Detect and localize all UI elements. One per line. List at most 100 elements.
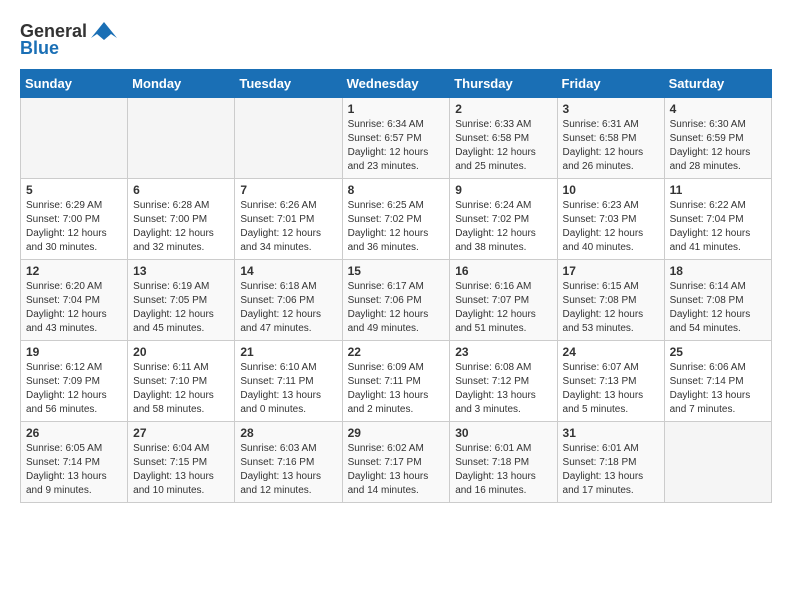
calendar-cell: 25 Sunrise: 6:06 AM Sunset: 7:14 PM Dayli… [664, 341, 771, 422]
day-info: Sunrise: 6:06 AM Sunset: 7:14 PM Dayligh… [670, 361, 766, 417]
calendar-cell: 24 Sunrise: 6:07 AM Sunset: 7:13 PM Dayli… [557, 341, 664, 422]
logo: General Blue [20, 20, 117, 59]
day-info: Sunrise: 6:30 AM Sunset: 6:59 PM Dayligh… [670, 118, 766, 174]
day-info: Sunrise: 6:34 AM Sunset: 6:57 PM Dayligh… [348, 118, 445, 174]
calendar-cell [664, 422, 771, 503]
day-number: 24 [563, 345, 659, 359]
day-info: Sunrise: 6:01 AM Sunset: 7:18 PM Dayligh… [455, 442, 551, 498]
day-number: 23 [455, 345, 551, 359]
day-info: Sunrise: 6:33 AM Sunset: 6:58 PM Dayligh… [455, 118, 551, 174]
day-info: Sunrise: 6:29 AM Sunset: 7:00 PM Dayligh… [26, 199, 122, 255]
calendar-week-row: 5 Sunrise: 6:29 AM Sunset: 7:00 PM Daylig… [21, 179, 772, 260]
day-info: Sunrise: 6:08 AM Sunset: 7:12 PM Dayligh… [455, 361, 551, 417]
calendar: SundayMondayTuesdayWednesdayThursdayFrid… [20, 69, 772, 503]
calendar-week-row: 1 Sunrise: 6:34 AM Sunset: 6:57 PM Daylig… [21, 98, 772, 179]
day-info: Sunrise: 6:11 AM Sunset: 7:10 PM Dayligh… [133, 361, 229, 417]
day-number: 18 [670, 264, 766, 278]
calendar-week-row: 26Sunrise: 6:05 AM Sunset: 7:14 PM Dayli… [21, 422, 772, 503]
calendar-header-row: SundayMondayTuesdayWednesdayThursdayFrid… [21, 70, 772, 98]
calendar-cell: 11 Sunrise: 6:22 AM Sunset: 7:04 PM Dayli… [664, 179, 771, 260]
day-number: 8 [348, 183, 445, 197]
day-info: Sunrise: 6:23 AM Sunset: 7:03 PM Dayligh… [563, 199, 659, 255]
calendar-cell: 8 Sunrise: 6:25 AM Sunset: 7:02 PM Daylig… [342, 179, 450, 260]
calendar-cell: 19Sunrise: 6:12 AM Sunset: 7:09 PM Dayli… [21, 341, 128, 422]
calendar-cell: 30 Sunrise: 6:01 AM Sunset: 7:18 PM Dayli… [450, 422, 557, 503]
day-info: Sunrise: 6:20 AM Sunset: 7:04 PM Dayligh… [26, 280, 122, 336]
day-number: 22 [348, 345, 445, 359]
day-header-saturday: Saturday [664, 70, 771, 98]
calendar-cell: 3 Sunrise: 6:31 AM Sunset: 6:58 PM Daylig… [557, 98, 664, 179]
day-number: 7 [240, 183, 336, 197]
calendar-cell: 12Sunrise: 6:20 AM Sunset: 7:04 PM Dayli… [21, 260, 128, 341]
calendar-week-row: 12Sunrise: 6:20 AM Sunset: 7:04 PM Dayli… [21, 260, 772, 341]
calendar-cell: 7 Sunrise: 6:26 AM Sunset: 7:01 PM Daylig… [235, 179, 342, 260]
day-number: 28 [240, 426, 336, 440]
day-info: Sunrise: 6:14 AM Sunset: 7:08 PM Dayligh… [670, 280, 766, 336]
day-number: 10 [563, 183, 659, 197]
day-number: 4 [670, 102, 766, 116]
day-number: 19 [26, 345, 122, 359]
day-info: Sunrise: 6:18 AM Sunset: 7:06 PM Dayligh… [240, 280, 336, 336]
day-info: Sunrise: 6:24 AM Sunset: 7:02 PM Dayligh… [455, 199, 551, 255]
day-info: Sunrise: 6:01 AM Sunset: 7:18 PM Dayligh… [563, 442, 659, 498]
day-number: 27 [133, 426, 229, 440]
calendar-cell [235, 98, 342, 179]
day-info: Sunrise: 6:22 AM Sunset: 7:04 PM Dayligh… [670, 199, 766, 255]
day-info: Sunrise: 6:09 AM Sunset: 7:11 PM Dayligh… [348, 361, 445, 417]
day-number: 13 [133, 264, 229, 278]
day-header-tuesday: Tuesday [235, 70, 342, 98]
day-number: 3 [563, 102, 659, 116]
day-number: 5 [26, 183, 122, 197]
calendar-cell [128, 98, 235, 179]
logo-blue-text: Blue [20, 38, 59, 59]
calendar-cell: 15Sunrise: 6:17 AM Sunset: 7:06 PM Dayli… [342, 260, 450, 341]
day-info: Sunrise: 6:26 AM Sunset: 7:01 PM Dayligh… [240, 199, 336, 255]
day-number: 16 [455, 264, 551, 278]
calendar-cell: 26Sunrise: 6:05 AM Sunset: 7:14 PM Dayli… [21, 422, 128, 503]
day-info: Sunrise: 6:31 AM Sunset: 6:58 PM Dayligh… [563, 118, 659, 174]
day-number: 14 [240, 264, 336, 278]
calendar-cell: 27 Sunrise: 6:04 AM Sunset: 7:15 PM Dayli… [128, 422, 235, 503]
calendar-cell: 28Sunrise: 6:03 AM Sunset: 7:16 PM Dayli… [235, 422, 342, 503]
day-info: Sunrise: 6:07 AM Sunset: 7:13 PM Dayligh… [563, 361, 659, 417]
day-info: Sunrise: 6:10 AM Sunset: 7:11 PM Dayligh… [240, 361, 336, 417]
calendar-cell: 4 Sunrise: 6:30 AM Sunset: 6:59 PM Daylig… [664, 98, 771, 179]
day-number: 31 [563, 426, 659, 440]
day-header-wednesday: Wednesday [342, 70, 450, 98]
day-info: Sunrise: 6:25 AM Sunset: 7:02 PM Dayligh… [348, 199, 445, 255]
calendar-cell: 21 Sunrise: 6:10 AM Sunset: 7:11 PM Dayli… [235, 341, 342, 422]
day-number: 30 [455, 426, 551, 440]
calendar-cell: 31 Sunrise: 6:01 AM Sunset: 7:18 PM Dayli… [557, 422, 664, 503]
calendar-cell: 2 Sunrise: 6:33 AM Sunset: 6:58 PM Daylig… [450, 98, 557, 179]
day-info: Sunrise: 6:16 AM Sunset: 7:07 PM Dayligh… [455, 280, 551, 336]
day-number: 11 [670, 183, 766, 197]
day-header-monday: Monday [128, 70, 235, 98]
day-info: Sunrise: 6:28 AM Sunset: 7:00 PM Dayligh… [133, 199, 229, 255]
day-info: Sunrise: 6:04 AM Sunset: 7:15 PM Dayligh… [133, 442, 229, 498]
day-number: 2 [455, 102, 551, 116]
day-header-thursday: Thursday [450, 70, 557, 98]
calendar-cell: 13Sunrise: 6:19 AM Sunset: 7:05 PM Dayli… [128, 260, 235, 341]
day-number: 21 [240, 345, 336, 359]
calendar-cell: 10 Sunrise: 6:23 AM Sunset: 7:03 PM Dayli… [557, 179, 664, 260]
day-info: Sunrise: 6:17 AM Sunset: 7:06 PM Dayligh… [348, 280, 445, 336]
day-number: 29 [348, 426, 445, 440]
day-number: 20 [133, 345, 229, 359]
day-number: 9 [455, 183, 551, 197]
calendar-cell: 9 Sunrise: 6:24 AM Sunset: 7:02 PM Daylig… [450, 179, 557, 260]
calendar-cell: 17 Sunrise: 6:15 AM Sunset: 7:08 PM Dayli… [557, 260, 664, 341]
day-number: 1 [348, 102, 445, 116]
day-number: 25 [670, 345, 766, 359]
day-number: 6 [133, 183, 229, 197]
calendar-cell: 5 Sunrise: 6:29 AM Sunset: 7:00 PM Daylig… [21, 179, 128, 260]
calendar-cell: 6 Sunrise: 6:28 AM Sunset: 7:00 PM Daylig… [128, 179, 235, 260]
day-info: Sunrise: 6:15 AM Sunset: 7:08 PM Dayligh… [563, 280, 659, 336]
calendar-cell: 29Sunrise: 6:02 AM Sunset: 7:17 PM Dayli… [342, 422, 450, 503]
day-number: 17 [563, 264, 659, 278]
day-header-sunday: Sunday [21, 70, 128, 98]
calendar-week-row: 19Sunrise: 6:12 AM Sunset: 7:09 PM Dayli… [21, 341, 772, 422]
logo-bird-icon [91, 20, 117, 42]
calendar-cell: 23 Sunrise: 6:08 AM Sunset: 7:12 PM Dayli… [450, 341, 557, 422]
calendar-cell: 1 Sunrise: 6:34 AM Sunset: 6:57 PM Daylig… [342, 98, 450, 179]
calendar-cell: 16 Sunrise: 6:16 AM Sunset: 7:07 PM Dayli… [450, 260, 557, 341]
